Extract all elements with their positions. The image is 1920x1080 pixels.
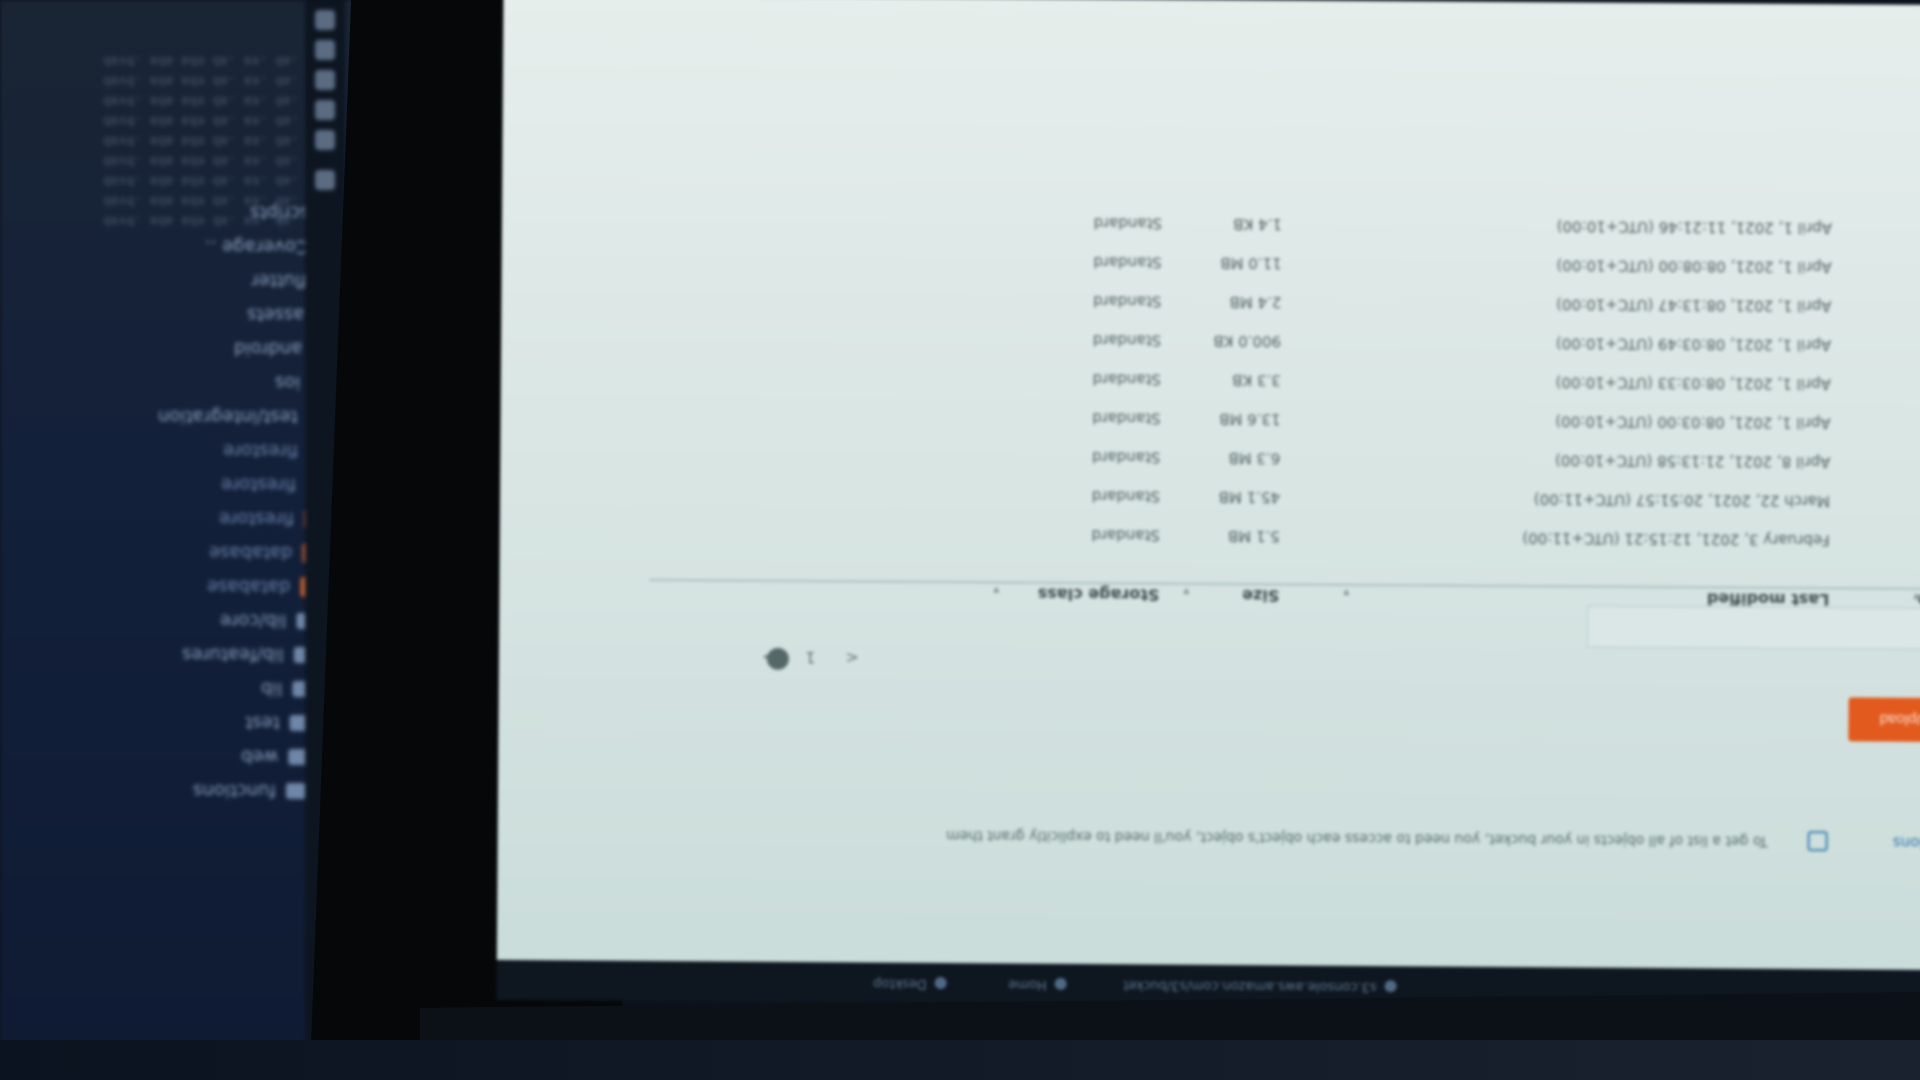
tree-item-label: database	[206, 576, 290, 598]
source-control-icon[interactable]	[315, 70, 335, 90]
right-monitor: Desktop Home s3.console.aws.amazon.com/s…	[496, 0, 1920, 1011]
cell-size: 3.3 KB	[1232, 371, 1281, 390]
taskbar-item[interactable]: Desktop	[873, 976, 927, 991]
actions-link[interactable]: Actions	[1893, 834, 1920, 852]
tree-item-label: firestore	[219, 508, 294, 530]
cell-last-modified: April 1, 2021, 08:03:33 (UTC+10:00)	[1555, 373, 1831, 394]
sort-icon[interactable]: ▾	[1183, 585, 1189, 599]
cell-size: 6.3 MB	[1228, 449, 1281, 468]
cell-last-modified: March 22, 2021, 20:51:57 (UTC+11:00)	[1533, 490, 1831, 511]
tree-item-label: scripts	[250, 202, 310, 224]
prev-page-button[interactable]: <	[845, 648, 859, 667]
info-icon[interactable]	[1807, 831, 1828, 852]
cell-last-modified: April 1, 2021, 08:03:00 (UTC+10:00)	[1555, 412, 1831, 433]
cell-storage-class: Standard	[1093, 292, 1162, 311]
taskbar-icon[interactable]	[1384, 980, 1397, 993]
upload-button[interactable]: Upload	[1848, 697, 1920, 743]
terminal-line: aba .ab .ea .ab eba aba .bvab	[103, 93, 330, 108]
tree-item[interactable]: test/integration	[158, 404, 328, 430]
sort-icon[interactable]: ▾	[1343, 586, 1349, 600]
extensions-icon[interactable]	[315, 130, 335, 150]
tree-item-label: Coverage ..	[204, 236, 308, 258]
folder-icon	[286, 783, 306, 799]
taskbar-item[interactable]: s3.console.aws.amazon.com/s3/bucket	[1123, 977, 1377, 994]
cell-last-modified: April 1, 2021, 08:08:00 (UTC+10:00)	[1556, 256, 1832, 277]
debug-icon[interactable]	[315, 100, 335, 120]
tree-item-label: web	[240, 746, 278, 768]
cell-last-modified: April 1, 2021, 08:03:49 (UTC+10:00)	[1555, 334, 1832, 355]
tree-item-label: lib/features	[182, 644, 284, 666]
cell-storage-class: Standard	[1091, 487, 1161, 506]
account-icon[interactable]	[315, 170, 335, 190]
tree-item[interactable]: database	[207, 574, 318, 600]
cell-last-modified: April 8, 2021, 21:13:58 (UTC+10:00)	[1555, 451, 1831, 472]
column-last-modified[interactable]: Last modified	[1707, 589, 1830, 609]
cell-storage-class: Standard	[1092, 448, 1161, 467]
tree-item[interactable]: test	[245, 710, 310, 736]
storage-console-screen: Desktop Home s3.console.aws.amazon.com/s…	[496, 0, 1920, 1011]
cell-last-modified: April 1, 2021, 11:21:46 (UTC+10:00)	[1556, 217, 1832, 238]
photo-scene: aba .ab .ea .ab eba aba .bvab aba .ab .ea…	[0, 0, 1920, 1080]
sort-icon[interactable]: ▾	[993, 583, 999, 597]
taskbar-icon[interactable]	[1054, 977, 1067, 990]
tree-item-label: test	[245, 712, 280, 734]
taskbar-item[interactable]: Home	[1008, 976, 1046, 991]
search-icon[interactable]	[315, 40, 335, 60]
explorer-icon[interactable]	[315, 10, 335, 30]
gear-icon[interactable]	[766, 647, 789, 670]
taskbar-icon[interactable]	[934, 976, 947, 990]
terminal-line: aba .ab .ea .ab eba aba .bvab	[103, 53, 330, 68]
cell-storage-class: Standard	[1093, 253, 1162, 272]
terminal-line: aba .ab .ea .ab eba aba .bvab	[103, 153, 330, 168]
terminal-line: aba .ab .ea .ab eba aba .bvab	[103, 113, 330, 128]
cell-last-modified: February 3, 2021, 12:15:21 (UTC+11:00)	[1522, 529, 1830, 550]
cell-size: 13.6 MB	[1219, 409, 1281, 429]
cell-size: 11.0 MB	[1220, 253, 1282, 273]
page-number[interactable]: 1	[805, 648, 815, 667]
tree-item[interactable]: lib/features	[182, 642, 314, 668]
cell-storage-class: Standard	[1091, 526, 1160, 545]
search-input[interactable]	[1586, 605, 1920, 651]
tree-item-label: assets	[246, 304, 304, 326]
column-storage-class[interactable]: Storage class	[1038, 585, 1160, 605]
tree-item[interactable]: functions	[193, 778, 306, 804]
cell-size: 5.1 MB	[1227, 527, 1280, 546]
tree-item[interactable]: database	[209, 540, 320, 566]
column-size[interactable]: Size	[1242, 586, 1279, 605]
cell-size: 1.4 KB	[1233, 215, 1283, 234]
tree-item-label: lib/core	[219, 610, 286, 632]
terminal-line: aba .ab .ea .ab eba aba .bvab	[103, 73, 330, 88]
cell-size: 2.4 MB	[1229, 293, 1282, 312]
cell-size: 45.1 MB	[1218, 487, 1281, 507]
tree-item-label: flutter	[250, 270, 306, 292]
cell-last-modified: April 1, 2021, 08:13:47 (UTC+10:00)	[1556, 295, 1832, 316]
info-text: To get a list of all objects in your buc…	[945, 827, 1768, 849]
cell-size: 900.0 KB	[1213, 331, 1282, 351]
tree-item[interactable]: web	[241, 744, 308, 770]
tree-item[interactable]: lib/core	[220, 608, 316, 634]
cell-storage-class: Standard	[1093, 214, 1163, 233]
tree-item-label: firestore	[221, 474, 296, 496]
desk-edge	[0, 1040, 1920, 1080]
cell-storage-class: Standard	[1092, 370, 1161, 389]
tree-item-label: lib	[260, 678, 282, 700]
tree-item-label: android	[233, 338, 302, 360]
tree-item-label: test/integration	[158, 406, 298, 428]
cell-storage-class: Standard	[1092, 331, 1162, 350]
terminal-line: aba .ab .ea .ab eba aba .bvab	[103, 173, 330, 188]
tree-item-label: functions	[193, 780, 276, 802]
tree-item-label: firestore	[223, 440, 298, 462]
sort-icon[interactable]: ▾	[1913, 590, 1919, 604]
terminal-line: aba .ab .ea .ab eba aba .bvab	[103, 133, 330, 148]
tree-item-label: ios	[274, 372, 300, 394]
cell-storage-class: Standard	[1092, 409, 1161, 428]
tree-item-label: database	[208, 542, 292, 564]
terminal-output: aba .ab .ea .ab eba aba .bvab aba .ab .ea…	[0, 0, 330, 230]
